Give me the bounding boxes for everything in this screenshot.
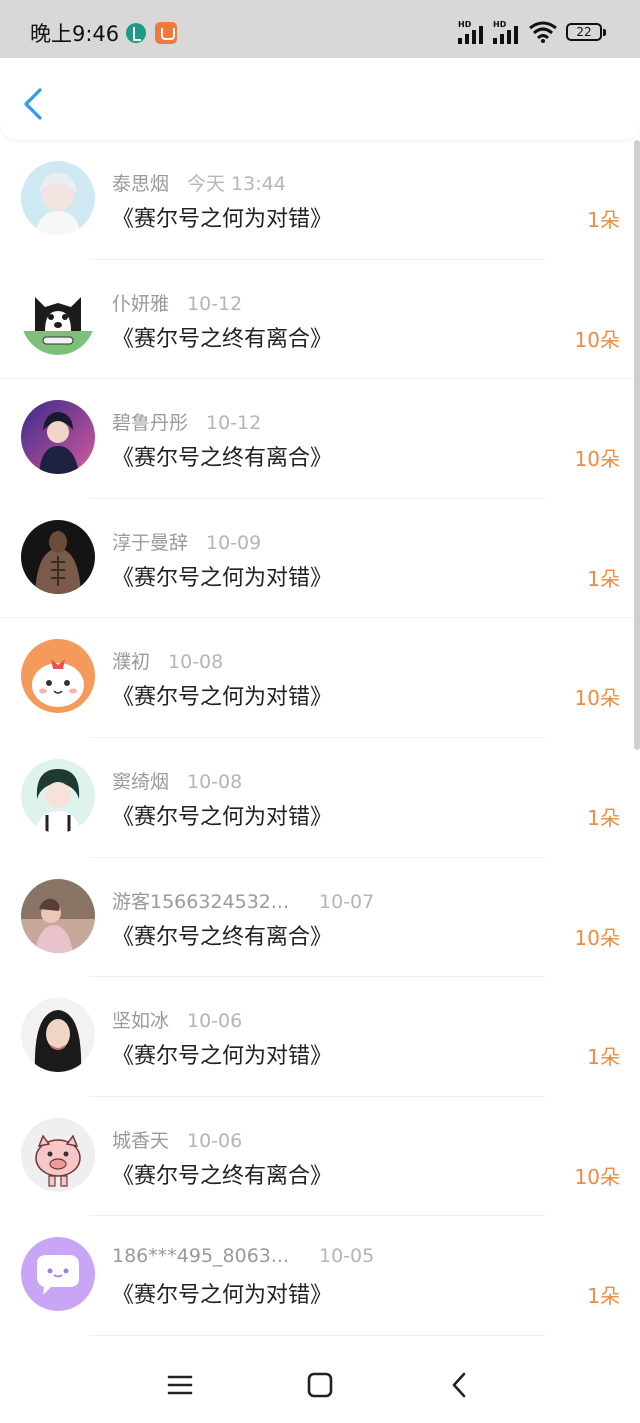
record-date: 10-06 xyxy=(187,1129,243,1152)
gift-amount: 1朵 xyxy=(587,1284,620,1309)
divider xyxy=(90,1334,545,1336)
girl-scenery-avatar xyxy=(21,878,95,953)
work-title: 《赛尔号之终有离合》 xyxy=(112,924,333,950)
gift-amount: 10朵 xyxy=(574,925,620,950)
list-item[interactable]: 窦绮烟 10-08 《赛尔号之何为对错》 1朵 xyxy=(0,738,640,858)
gift-amount: 1朵 xyxy=(587,566,620,591)
work-title: 《赛尔号之终有离合》 xyxy=(112,446,333,472)
record-date: 10-09 xyxy=(206,531,262,554)
user-name: 坚如冰 xyxy=(112,1010,170,1033)
system-nav-bar xyxy=(0,1343,640,1423)
anime-boy-avatar xyxy=(21,400,95,475)
home-icon[interactable] xyxy=(300,1367,340,1403)
list-item[interactable]: 186***495_8063... 10-05 《赛尔号之何为对错》 1朵 xyxy=(0,1216,640,1336)
work-title: 《赛尔号之终有离合》 xyxy=(112,326,333,352)
gift-amount: 10朵 xyxy=(574,686,620,711)
gift-amount: 1朵 xyxy=(587,208,620,232)
work-title: 《赛尔号之何为对错》 xyxy=(112,804,333,830)
record-date: 10-08 xyxy=(168,651,224,674)
list-item[interactable]: 城香天 10-06 《赛尔号之终有离合》 10朵 xyxy=(0,1097,640,1217)
cell-signal-2-icon: HD xyxy=(493,20,525,44)
user-name: 窦绮烟 xyxy=(112,770,170,793)
gift-amount: 10朵 xyxy=(574,327,620,352)
record-date: 今天 13:44 xyxy=(187,173,286,195)
list-item[interactable]: 泰思烟 今天 13:44 《赛尔号之何为对错》 1朵 xyxy=(0,140,640,260)
work-title: 《赛尔号之何为对错》 xyxy=(112,565,333,591)
record-date: 10-12 xyxy=(206,412,262,435)
gift-amount: 1朵 xyxy=(587,805,620,830)
anime-girl-avatar xyxy=(21,758,95,833)
menu-icon[interactable] xyxy=(160,1367,200,1403)
work-title: 《赛尔号之何为对错》 xyxy=(112,207,333,232)
gift-record-list: 泰思烟 今天 13:44 《赛尔号之何为对错》 1朵 仆妍雅 10-12 《赛尔号之… xyxy=(0,140,640,1336)
gift-amount: 10朵 xyxy=(574,447,620,472)
page-header xyxy=(0,58,640,140)
app-notification-icon xyxy=(126,23,146,43)
status-bar: 晚上9:46 HD HD 22 xyxy=(0,0,640,58)
bunny-cartoon-avatar xyxy=(21,639,95,714)
list-item[interactable]: 淳于曼辞 10-09 《赛尔号之何为对错》 1朵 xyxy=(0,499,640,619)
user-name: 游客1566324532... xyxy=(112,890,290,913)
record-date: 10-12 xyxy=(187,292,243,315)
cell-signal-icon: HD xyxy=(458,20,490,44)
pig-cartoon-avatar xyxy=(21,1117,95,1192)
scrollbar[interactable] xyxy=(634,140,640,750)
gift-amount: 10朵 xyxy=(574,1164,620,1189)
user-name: 碧鲁丹彤 xyxy=(112,412,189,435)
list-item[interactable]: 游客1566324532... 10-07 《赛尔号之终有离合》 10朵 xyxy=(0,858,640,978)
record-date: 10-05 xyxy=(319,1245,375,1268)
wifi-icon xyxy=(529,21,557,43)
user-name: 186***495_8063... xyxy=(112,1245,290,1268)
user-name: 濮初 xyxy=(112,651,151,674)
girl-photo-avatar xyxy=(21,161,95,235)
list-item[interactable]: 碧鲁丹彤 10-12 《赛尔号之终有离合》 10朵 xyxy=(0,379,640,499)
user-name: 城香天 xyxy=(112,1129,170,1152)
work-title: 《赛尔号之何为对错》 xyxy=(112,685,333,711)
list-item[interactable]: 濮初 10-08 《赛尔号之何为对错》 10朵 xyxy=(0,618,640,738)
list-item[interactable]: 坚如冰 10-06 《赛尔号之何为对错》 1朵 xyxy=(0,977,640,1097)
status-time: 晚上9:46 xyxy=(30,22,120,46)
record-date: 10-07 xyxy=(319,890,375,913)
battery-icon: 22 xyxy=(566,23,606,41)
chat-bubble-avatar xyxy=(21,1237,95,1312)
muscle-man-avatar xyxy=(21,519,95,594)
user-name: 淳于曼辞 xyxy=(112,531,189,554)
battery-level: 22 xyxy=(576,25,592,39)
shop-notification-icon xyxy=(155,22,177,44)
back-icon[interactable] xyxy=(440,1367,480,1403)
woman-portrait-avatar xyxy=(21,998,95,1073)
work-title: 《赛尔号之何为对错》 xyxy=(112,1283,333,1309)
record-date: 10-06 xyxy=(187,1010,243,1033)
work-title: 《赛尔号之终有离合》 xyxy=(112,1163,333,1189)
chevron-left-icon[interactable] xyxy=(20,86,48,122)
work-title: 《赛尔号之何为对错》 xyxy=(112,1044,333,1070)
gift-amount: 1朵 xyxy=(587,1045,620,1070)
husky-cartoon-avatar xyxy=(21,280,95,355)
list-item[interactable]: 仆妍雅 10-12 《赛尔号之终有离合》 10朵 xyxy=(0,260,640,380)
user-name: 仆妍雅 xyxy=(112,292,170,315)
record-date: 10-08 xyxy=(187,770,243,793)
user-name: 泰思烟 xyxy=(112,173,170,195)
